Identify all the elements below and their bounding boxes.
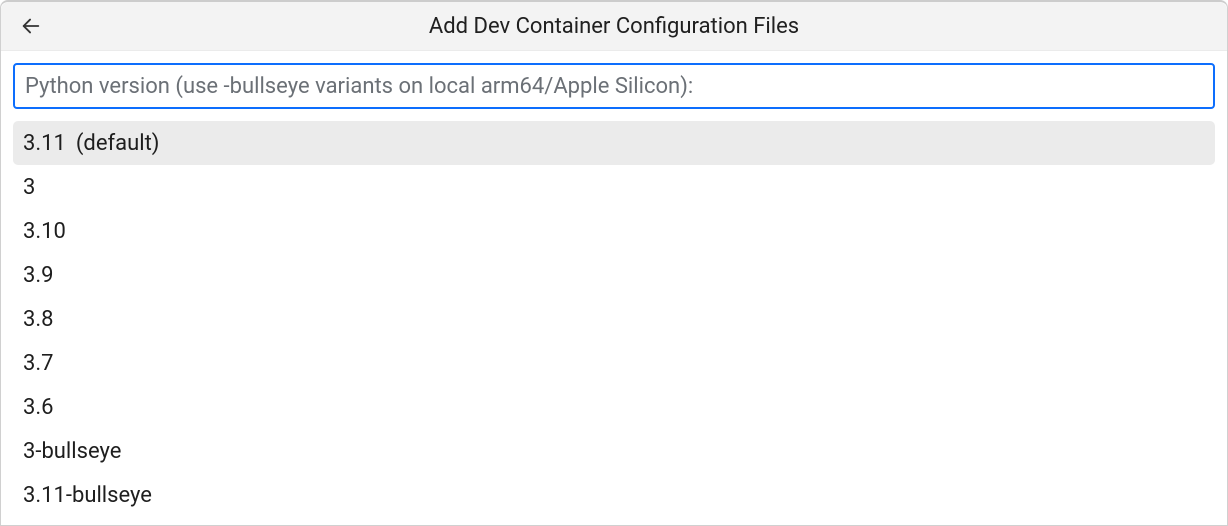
option-item[interactable]: 3.11 (default) xyxy=(13,121,1215,165)
quick-pick-container: Add Dev Container Configuration Files 3.… xyxy=(0,0,1228,526)
option-label: 3.6 xyxy=(23,395,54,420)
option-label: 3.11 xyxy=(23,131,66,156)
quick-pick-input[interactable] xyxy=(13,63,1215,109)
option-item[interactable]: 3.6 xyxy=(13,385,1215,429)
option-label: 3.7 xyxy=(23,351,54,376)
option-item[interactable]: 3.7 xyxy=(13,341,1215,385)
option-label: 3.11-bullseye xyxy=(23,483,152,508)
option-item[interactable]: 3 xyxy=(13,165,1215,209)
option-item[interactable]: 3.9 xyxy=(13,253,1215,297)
option-label: 3 xyxy=(23,175,35,200)
option-label: 3.9 xyxy=(23,263,54,288)
option-suffix: (default) xyxy=(76,131,160,156)
option-label: 3.10 xyxy=(23,219,66,244)
option-label: 3.8 xyxy=(23,307,54,332)
quick-pick-header: Add Dev Container Configuration Files xyxy=(1,2,1227,51)
input-area xyxy=(1,51,1227,121)
option-item[interactable]: 3.10 xyxy=(13,209,1215,253)
options-list: 3.11 (default) 3 3.10 3.9 3.8 3.7 3.6 3-bullseye… xyxy=(1,121,1227,517)
back-button[interactable] xyxy=(17,12,45,40)
option-label: 3-bullseye xyxy=(23,439,121,464)
arrow-left-icon xyxy=(20,15,42,37)
option-item[interactable]: 3.8 xyxy=(13,297,1215,341)
option-item[interactable]: 3-bullseye xyxy=(13,429,1215,473)
quick-pick-title: Add Dev Container Configuration Files xyxy=(45,14,1211,39)
option-item[interactable]: 3.11-bullseye xyxy=(13,473,1215,517)
